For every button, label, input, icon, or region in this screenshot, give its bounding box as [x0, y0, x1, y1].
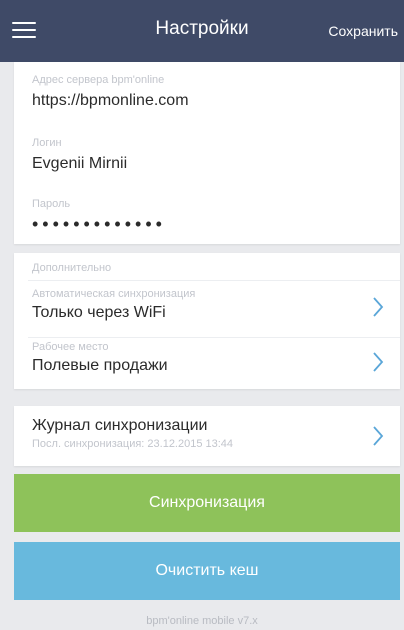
server-address-field[interactable]: Адрес сервера bpm'online https://bpmonli… [14, 74, 400, 111]
sync-journal-title: Журнал синхронизации [32, 417, 208, 434]
chevron-right-icon [372, 351, 384, 373]
auto-sync-label: Автоматическая синхронизация [32, 288, 196, 300]
auto-sync-row[interactable]: Автоматическая синхронизация Только чере… [14, 286, 400, 334]
app-version: bpm'online mobile v7.x [146, 615, 258, 627]
password-label: Пароль [32, 198, 71, 210]
chevron-right-icon [372, 425, 384, 447]
login-label: Логин [32, 137, 62, 149]
password-field[interactable]: Пароль ••••••••••••• [14, 198, 400, 233]
workplace-row[interactable]: Рабочее место Полевые продажи [14, 341, 400, 387]
additional-settings-card: Дополнительно Автоматическая синхронизац… [14, 253, 400, 389]
login-field[interactable]: Логин Evgenii Mirnii [14, 137, 400, 174]
sync-button[interactable]: Синхронизация [14, 474, 400, 532]
additional-section-label: Дополнительно [32, 262, 112, 274]
divider [28, 280, 400, 281]
workplace-label: Рабочее место [32, 341, 109, 353]
workplace-value: Полевые продажи [32, 357, 168, 374]
chevron-right-icon [372, 296, 384, 318]
login-value[interactable]: Evgenii Mirnii [32, 154, 400, 174]
auto-sync-value: Только через WiFi [32, 304, 166, 321]
clear-cache-button[interactable]: Очистить кеш [14, 542, 400, 600]
server-address-label: Адрес сервера bpm'online [32, 74, 165, 86]
settings-screen: Настройки Сохранить Адрес сервера bpm'on… [0, 0, 404, 630]
server-address-value[interactable]: https://bpmonline.com [32, 91, 400, 111]
password-value[interactable]: ••••••••••••• [32, 215, 400, 233]
app-header: Настройки Сохранить [0, 0, 404, 62]
save-button[interactable]: Сохранить [328, 23, 398, 39]
last-sync-text: Посл. синхронизация: 23.12.2015 13:44 [32, 438, 234, 450]
divider [28, 337, 400, 338]
sync-journal-row[interactable]: Журнал синхронизации Посл. синхронизация… [14, 406, 400, 466]
account-card: Адрес сервера bpm'online https://bpmonli… [14, 62, 400, 244]
